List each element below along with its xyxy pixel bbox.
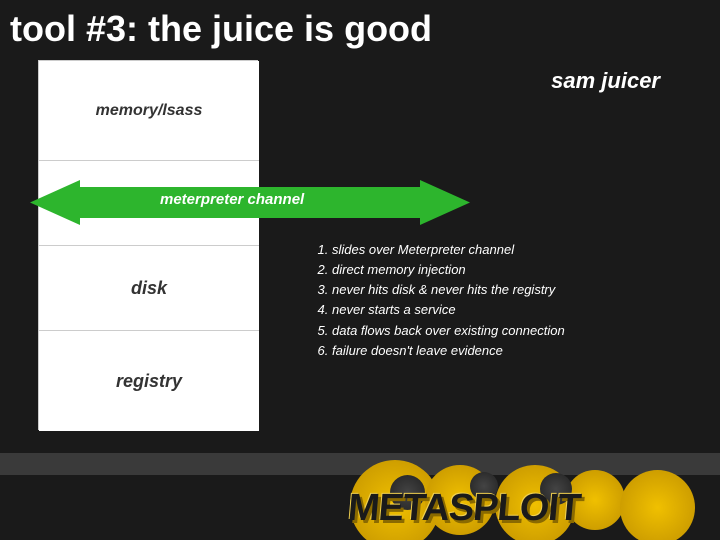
list-item: data flows back over existing connection (332, 321, 690, 341)
list-item: direct memory injection (332, 260, 690, 280)
list-item: never starts a service (332, 300, 690, 320)
deco-circle-5 (620, 470, 695, 540)
meterpreter-channel-label: meterpreter channel (160, 191, 304, 208)
registry-label: registry (116, 371, 182, 392)
graffiti-area: METASPLOIT (340, 425, 720, 540)
page-title: tool #3: the juice is good (10, 8, 432, 50)
list-item: never hits disk & never hits the registr… (332, 280, 690, 300)
memory-label: memory/lsass (96, 102, 203, 120)
slide: tool #3: the juice is good sam juicer me… (0, 0, 720, 540)
disk-section: disk (39, 246, 259, 331)
disk-label: disk (131, 278, 167, 299)
feature-list-items: slides over Meterpreter channeldirect me… (310, 240, 690, 361)
memory-section: memory/lsass (39, 61, 259, 161)
feature-list: slides over Meterpreter channeldirect me… (310, 240, 690, 361)
list-item: slides over Meterpreter channel (332, 240, 690, 260)
registry-section: registry (39, 331, 259, 431)
left-box: memory/lsass services disk registry (38, 60, 258, 430)
graffiti-text: METASPLOIT (346, 487, 582, 530)
list-item: failure doesn't leave evidence (332, 341, 690, 361)
sam-juicer-label: sam juicer (551, 68, 660, 94)
